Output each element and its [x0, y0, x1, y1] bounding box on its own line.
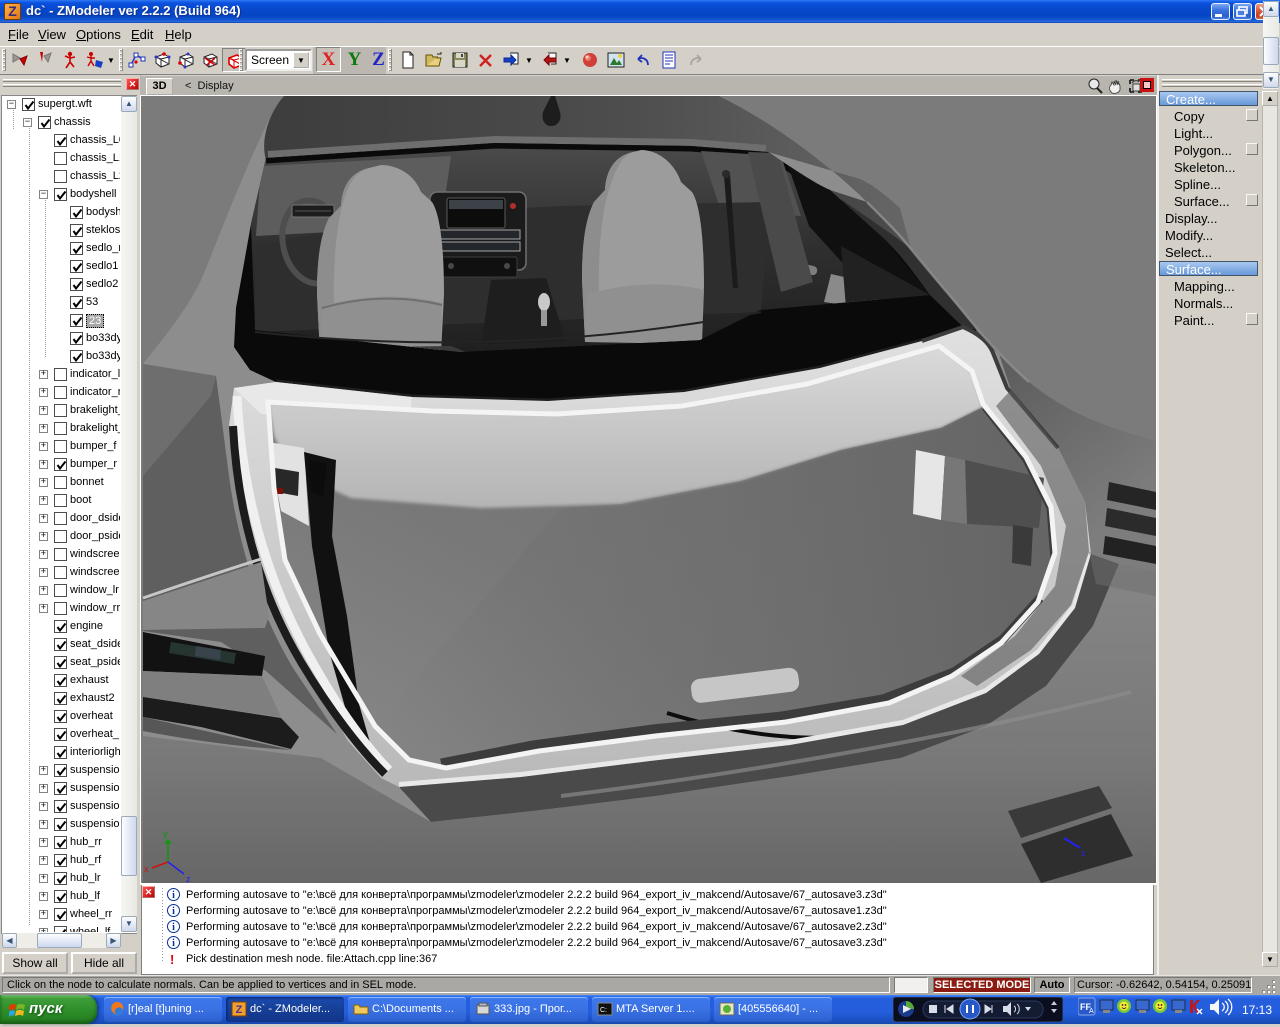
svg-text:A: A [1089, 1008, 1094, 1015]
svg-text:y: y [163, 829, 168, 839]
svg-text:x: x [144, 864, 149, 874]
svg-text:z: z [1081, 848, 1086, 858]
svg-text:z: z [186, 874, 191, 883]
svg-text:Z: Z [236, 1004, 243, 1016]
svg-text:C:: C: [600, 1007, 607, 1014]
